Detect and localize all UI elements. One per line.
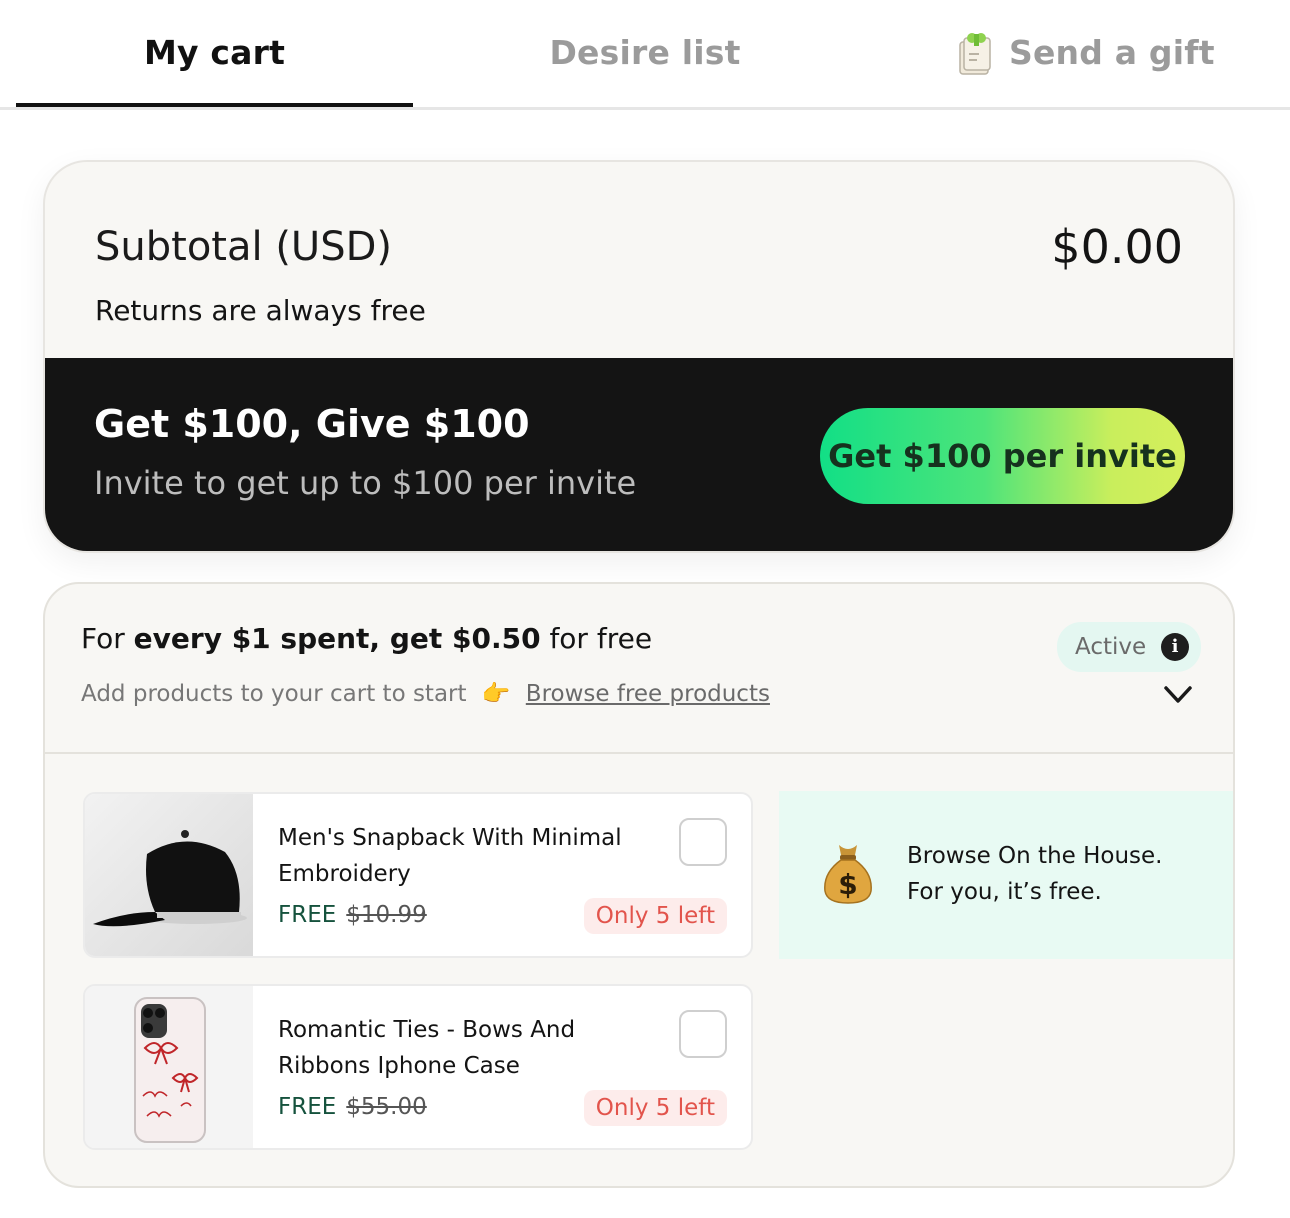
product-name[interactable]: Romantic Ties - Bows And Ribbons Iphone … xyxy=(278,1012,648,1084)
rewards-title-bold: every $1 spent, get $0.50 xyxy=(133,622,541,655)
product-price: FREE $10.99 xyxy=(278,902,427,928)
product-price-free: FREE xyxy=(278,902,337,928)
product-old-price: $10.99 xyxy=(346,902,427,928)
product-select-checkbox[interactable] xyxy=(679,1010,727,1058)
rewards-title-prefix: For xyxy=(81,622,134,655)
invite-button[interactable]: Get $100 per invite xyxy=(820,408,1185,504)
pointing-hand-icon: 👉 xyxy=(481,681,511,707)
product-name[interactable]: Men's Snapback With Minimal Embroidery xyxy=(278,820,648,892)
tab-bar: My cart Desire list Send a gift xyxy=(0,0,1290,110)
status-badge[interactable]: Active i xyxy=(1057,622,1201,672)
active-tab-indicator xyxy=(16,103,413,107)
product-price-free: FREE xyxy=(278,1094,337,1120)
product-old-price: $55.00 xyxy=(346,1094,427,1120)
money-bag-icon: $ xyxy=(824,845,872,904)
referral-banner: Get $100, Give $100 Invite to get up to … xyxy=(45,358,1233,551)
rewards-card: For every $1 spent, get $0.50 for free A… xyxy=(43,582,1235,1188)
product-select-checkbox[interactable] xyxy=(679,818,727,866)
on-the-house-subtitle: For you, it’s free. xyxy=(907,879,1102,905)
chevron-down-icon[interactable] xyxy=(1163,684,1193,706)
rewards-hint: Add products to your cart to start 👉 Bro… xyxy=(81,680,770,707)
stock-badge: Only 5 left xyxy=(583,1090,727,1126)
rewards-hint-text: Add products to your cart to start xyxy=(81,681,467,707)
subtotal-value: $0.00 xyxy=(1051,220,1183,274)
status-badge-label: Active xyxy=(1075,634,1147,660)
rewards-header: For every $1 spent, get $0.50 for free A… xyxy=(45,584,1233,754)
gift-icon xyxy=(959,33,991,75)
product-image-phone-case xyxy=(85,986,253,1148)
on-the-house-panel[interactable]: $ Browse On the House. For you, it’s fre… xyxy=(779,791,1233,959)
referral-subtitle: Invite to get up to $100 per invite xyxy=(94,464,637,502)
phone-case-image xyxy=(85,986,253,1148)
product-price: FREE $55.00 xyxy=(278,1094,427,1120)
tab-my-cart[interactable]: My cart xyxy=(16,28,413,78)
subtotal-label: Subtotal (USD) xyxy=(95,224,392,270)
product-card[interactable]: Men's Snapback With Minimal Embroidery F… xyxy=(83,792,753,958)
product-image-cap xyxy=(85,794,253,956)
rewards-title-suffix: for free xyxy=(540,622,653,655)
stock-badge: Only 5 left xyxy=(583,898,727,934)
tab-send-gift[interactable]: Send a gift xyxy=(945,28,1215,78)
svg-text:$: $ xyxy=(838,868,857,901)
on-the-house-title: Browse On the House. xyxy=(907,843,1163,869)
browse-free-products-link[interactable]: Browse free products xyxy=(526,681,770,707)
product-card[interactable]: Romantic Ties - Bows And Ribbons Iphone … xyxy=(83,984,753,1150)
returns-note: Returns are always free xyxy=(95,294,426,327)
subtotal-card: Subtotal (USD) $0.00 Returns are always … xyxy=(43,160,1235,553)
info-icon[interactable]: i xyxy=(1161,633,1189,661)
rewards-title: For every $1 spent, get $0.50 for free xyxy=(81,622,652,655)
referral-title: Get $100, Give $100 xyxy=(94,402,530,446)
tab-desire-list[interactable]: Desire list xyxy=(445,28,845,78)
tab-send-gift-label: Send a gift xyxy=(1009,33,1215,72)
snapback-cap-image xyxy=(85,794,253,956)
